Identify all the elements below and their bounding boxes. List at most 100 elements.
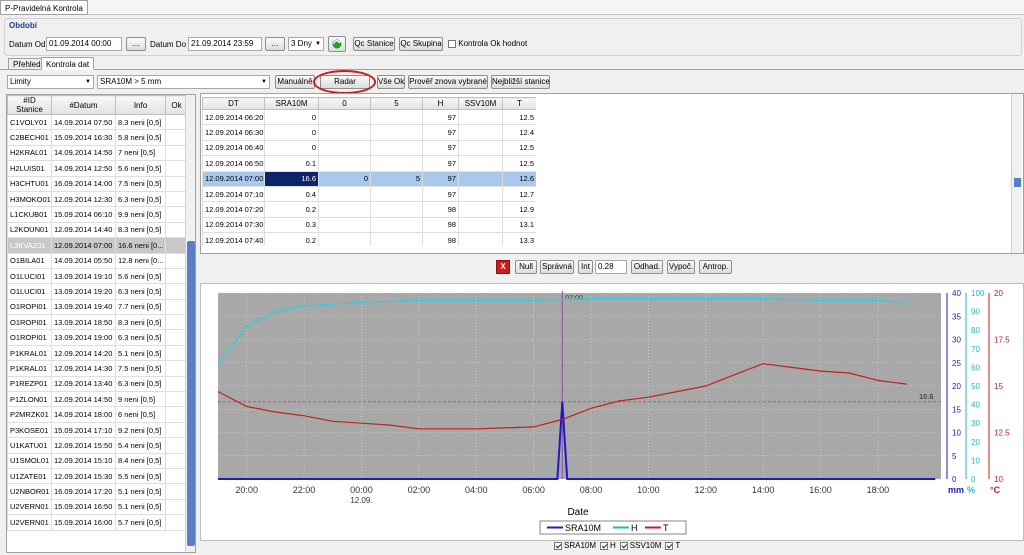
col-header-t[interactable]: T bbox=[502, 97, 536, 110]
int-value-input[interactable]: 0.28 bbox=[595, 260, 627, 274]
recheck-selected-button[interactable]: Prověř znova vybrané bbox=[408, 75, 488, 89]
station-row[interactable]: O1LUCI01 13.09.2014 19:10 5.6 neni [0,5] bbox=[7, 267, 188, 285]
detail-cell[interactable] bbox=[458, 139, 503, 157]
detail-cell[interactable]: 12.6 bbox=[502, 170, 536, 187]
tab-overview[interactable]: Přehled bbox=[8, 58, 46, 70]
detail-row[interactable]: 12.09.2014 06:20 0 97 12.5 bbox=[202, 108, 536, 126]
series-checkbox[interactable] bbox=[619, 541, 628, 550]
detail-cell[interactable]: 0 bbox=[264, 108, 319, 126]
antrop-button[interactable]: Antrop. bbox=[699, 260, 732, 274]
estimate-button[interactable]: Odhad. bbox=[631, 260, 663, 274]
detail-cell[interactable] bbox=[318, 216, 371, 234]
col-header-ssv10m[interactable]: SSV10M bbox=[458, 97, 503, 110]
detail-cell[interactable] bbox=[458, 216, 503, 234]
station-row[interactable]: O1ROPI01 13.09.2014 19:40 7.7 neni [0,5] bbox=[7, 298, 188, 316]
detail-cell[interactable] bbox=[458, 170, 503, 187]
detail-cell[interactable]: 98 bbox=[422, 232, 459, 246]
detail-cell[interactable]: 12.5 bbox=[502, 155, 536, 172]
series-toggle-t[interactable]: T bbox=[665, 541, 680, 550]
station-row[interactable]: C1VOLY01 14.09.2014 07:50 8.3 neni [0,5] bbox=[7, 113, 188, 131]
series-checkbox[interactable] bbox=[554, 541, 562, 550]
tab-data-check[interactable]: Kontrola dat bbox=[41, 57, 95, 70]
date-to-browse-button[interactable]: ... bbox=[265, 37, 285, 51]
date-from-input[interactable]: 01.09.2014 00:00 bbox=[46, 37, 122, 51]
left-scrollbar-thumb[interactable] bbox=[187, 241, 195, 546]
detail-cell[interactable] bbox=[458, 232, 503, 246]
station-row[interactable]: U2NBOR01 16.09.2014 17:20 5.1 neni [0,5] bbox=[7, 483, 188, 500]
delete-value-button[interactable]: X bbox=[496, 260, 510, 274]
detail-cell[interactable] bbox=[370, 185, 423, 203]
station-row[interactable]: H2LUIS01 14.09.2014 12:50 5.6 neni [0,5] bbox=[7, 160, 188, 177]
detail-cell[interactable] bbox=[458, 108, 503, 126]
qc-group-button[interactable]: Qc Skupina bbox=[399, 37, 443, 51]
nearest-stations-button[interactable]: Nejbližší stanice bbox=[491, 75, 550, 89]
span-select[interactable]: 3 Dny ▼ bbox=[288, 37, 324, 51]
detail-cell[interactable] bbox=[318, 185, 371, 203]
detail-cell[interactable] bbox=[318, 108, 371, 126]
compute-button[interactable]: Vypoč. bbox=[667, 260, 695, 274]
date-from-browse-button[interactable]: ... bbox=[126, 37, 146, 51]
station-row[interactable]: O1BILA01 14.09.2014 05:50 12.8 neni [0... bbox=[7, 252, 188, 269]
detail-row[interactable]: 12.09.2014 06:50 0.1 97 12.5 bbox=[202, 155, 536, 172]
station-row[interactable]: H2KRAL01 14.09.2014 14:50 7 neni [0,5] bbox=[7, 144, 188, 162]
window-tab[interactable]: P-Pravidelná Kontrola bbox=[0, 0, 88, 15]
detail-cell[interactable] bbox=[318, 124, 371, 141]
detail-cell[interactable]: 12.9 bbox=[502, 201, 536, 218]
detail-cell[interactable]: 97 bbox=[422, 108, 459, 126]
detail-row[interactable]: 12.09.2014 06:40 0 97 12.5 bbox=[202, 139, 536, 157]
detail-row[interactable]: 12.09.2014 07:10 0.4 97 12.7 bbox=[202, 185, 536, 203]
correct-button[interactable]: Správná bbox=[540, 260, 574, 274]
ok-values-check-row[interactable]: Kontrola Ok hodnot bbox=[448, 39, 527, 48]
detail-cell[interactable]: 5 bbox=[370, 170, 423, 187]
detail-cell[interactable]: 0.2 bbox=[264, 201, 319, 218]
col-header-station[interactable]: #ID Stanice bbox=[7, 95, 52, 115]
detail-cell[interactable] bbox=[458, 185, 503, 203]
station-row[interactable]: U1KATU01 12.09.2014 15:50 5.4 neni [0,5] bbox=[7, 437, 188, 454]
detail-cell[interactable] bbox=[370, 201, 423, 218]
detail-cell[interactable] bbox=[318, 232, 371, 246]
series-toggle-ssv10m[interactable]: SSV10M bbox=[619, 541, 661, 550]
col-header-sra10m[interactable]: SRA10M bbox=[264, 97, 319, 110]
detail-cell[interactable]: 97 bbox=[422, 170, 459, 187]
detail-cell[interactable]: 97 bbox=[422, 155, 459, 172]
detail-cell[interactable]: 0 bbox=[264, 124, 319, 141]
series-checkbox[interactable] bbox=[600, 541, 609, 550]
detail-cell[interactable]: 12.5 bbox=[502, 108, 536, 126]
detail-cell[interactable] bbox=[318, 201, 371, 218]
detail-cell[interactable]: 16.6 bbox=[264, 170, 319, 187]
station-row[interactable]: U2VERN01 15.09.2014 16:50 5.1 neni [0,5] bbox=[7, 498, 188, 516]
station-row[interactable]: P1ZLON01 12.09.2014 14:50 9 neni [0,5] bbox=[7, 391, 188, 408]
detail-cell[interactable] bbox=[458, 124, 503, 141]
qc-station-button[interactable]: Qc Stanice bbox=[353, 37, 395, 51]
station-row[interactable]: U1SMOL01 12.09.2014 15:10 8.4 neni [0,5] bbox=[7, 452, 188, 469]
station-row[interactable]: P3KOSE01 15.09.2014 17:10 9.2 neni [0,5] bbox=[7, 421, 188, 439]
series-toggle-h[interactable]: H bbox=[600, 541, 616, 550]
detail-cell[interactable]: 12.7 bbox=[502, 185, 536, 203]
detail-cell[interactable] bbox=[370, 139, 423, 157]
detail-cell[interactable] bbox=[370, 155, 423, 172]
col-header-date[interactable]: #Datum bbox=[51, 95, 116, 115]
station-row[interactable]: O1ROPI01 13.09.2014 19:00 6.3 neni [0,5] bbox=[7, 329, 188, 346]
col-header-h[interactable]: H bbox=[422, 97, 459, 110]
all-ok-button[interactable]: Vše Ok bbox=[377, 75, 405, 89]
station-row[interactable]: P1KRAL01 12.09.2014 14:20 5.1 neni [0,5] bbox=[7, 344, 188, 362]
detail-row[interactable]: 12.09.2014 07:40 0.2 98 13.3 bbox=[202, 232, 536, 246]
station-row[interactable]: O1ROPI01 13.09.2014 18:50 8.3 neni [0,5] bbox=[7, 314, 188, 331]
series-checkbox[interactable] bbox=[665, 541, 674, 550]
detail-row[interactable]: 12.09.2014 07:00 16.6 0 5 97 12.6 bbox=[202, 170, 536, 187]
ok-values-checkbox[interactable] bbox=[448, 39, 456, 48]
detail-cell[interactable]: 98 bbox=[422, 201, 459, 218]
station-row[interactable]: L1CKUB01 15.09.2014 06:10 9.9 neni [0,5] bbox=[7, 206, 188, 223]
station-row[interactable]: H3CHTU01 16.09.2014 14:00 7.5 neni [0,5] bbox=[7, 175, 188, 192]
station-row[interactable]: P1REZP01 12.09.2014 13:40 6.3 neni [0,5] bbox=[7, 375, 188, 393]
station-row[interactable]: L3KVAZ01 12.09.2014 07:00 16.6 neni [0... bbox=[7, 237, 188, 254]
detail-scrollbar-thumb[interactable] bbox=[1014, 178, 1021, 187]
detail-cell[interactable] bbox=[318, 139, 371, 157]
station-row[interactable]: H3MOKO01 12.09.2014 12:30 6.3 neni [0,5] bbox=[7, 190, 188, 208]
detail-cell[interactable]: 97 bbox=[422, 185, 459, 203]
detail-row[interactable]: 12.09.2014 07:30 0.3 98 13.1 bbox=[202, 216, 536, 234]
detail-cell[interactable] bbox=[370, 216, 423, 234]
detail-cell[interactable]: 13.3 bbox=[502, 232, 536, 246]
int-button[interactable]: Int bbox=[578, 260, 593, 274]
station-row[interactable]: O1LUCI01 13.09.2014 19:20 6.3 neni [0,5] bbox=[7, 283, 188, 300]
